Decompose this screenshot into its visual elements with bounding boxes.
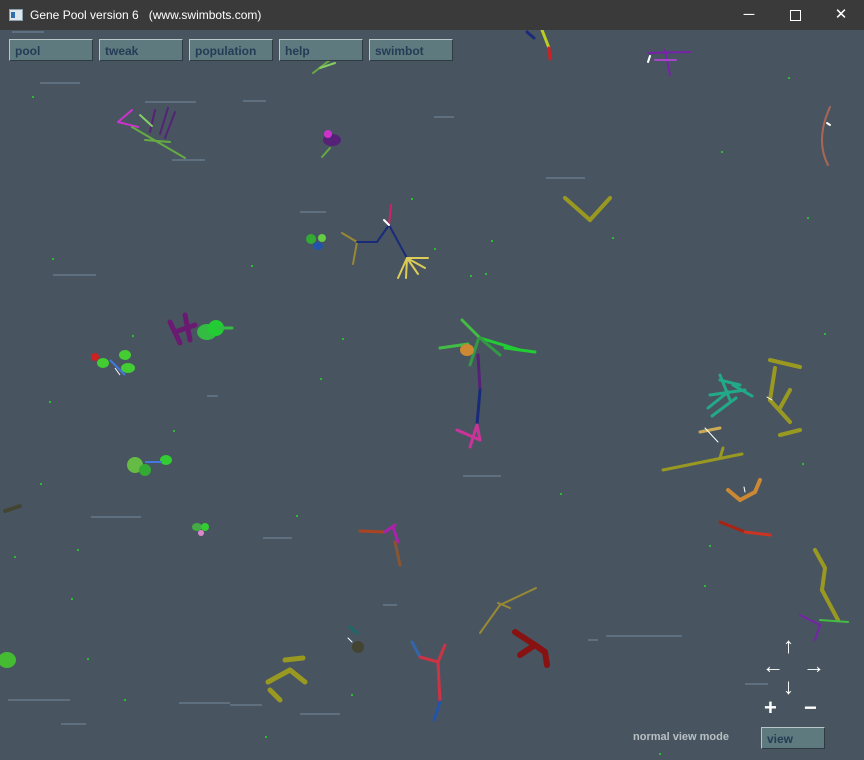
swimbot-olive-bottom-right (799, 548, 849, 641)
swimbot-brown-right-edge (821, 106, 831, 166)
swimbot-green-center (438, 318, 537, 449)
swimbot-green-lower-left (127, 455, 172, 476)
swimbot-dark-red (512, 629, 550, 668)
swimbot-small-pink-green (192, 523, 209, 536)
swimbot-magenta-center (358, 523, 402, 567)
menu-button-population[interactable]: population (189, 39, 273, 61)
swimbot-red-small-right (718, 520, 772, 537)
pan-down-arrow-icon[interactable]: ↓ (783, 676, 794, 698)
swimbot-olive-v (563, 196, 612, 222)
window-titlebar: Gene Pool version 6 (www.swimbots.com) ─… (0, 0, 864, 30)
water-ripples (8, 31, 768, 725)
menu-button-help[interactable]: help (279, 39, 363, 61)
swimbot-green-leafy-left (91, 350, 135, 376)
maximize-icon (789, 9, 801, 21)
swimbot-olive-right (766, 358, 802, 437)
menu-button-swimbot[interactable]: swimbot (369, 39, 453, 61)
pool-scene (0, 30, 849, 755)
swimbot-teal-cluster (698, 373, 754, 443)
swimbot-dark-teal (347, 625, 364, 653)
menu-button-tweak[interactable]: tweak (99, 39, 183, 61)
swimbot-magenta-top (117, 107, 186, 159)
pan-up-arrow-icon[interactable]: ↑ (783, 635, 794, 657)
view-button[interactable]: view (761, 727, 825, 749)
swimbot-olive-long (661, 446, 744, 472)
pan-left-arrow-icon[interactable]: ← (762, 655, 784, 677)
swimbot-red-blue-bottom (410, 640, 447, 722)
swimbot-blue-star (341, 204, 429, 279)
swimbot-olive-thin (479, 587, 537, 634)
window-title: Gene Pool version 6 (www.swimbots.com) (30, 8, 262, 22)
swimbot-purple-green (167, 312, 234, 346)
swimbot-purple-top-right (647, 49, 691, 76)
swimbot-olive-bottom-left (265, 655, 308, 703)
food-particles (14, 77, 826, 755)
zoom-out-icon[interactable]: − (804, 697, 817, 719)
swimbot-brown-edge-left (3, 504, 22, 513)
maximize-button[interactable] (772, 0, 818, 30)
swimbot-top-left-small (312, 59, 336, 74)
view-mode-label: normal view mode (633, 731, 729, 743)
zoom-in-icon[interactable]: + (764, 697, 777, 719)
swimbot-blue-top (525, 30, 552, 61)
pool-viewport[interactable]: pool tweak population help swimbot ↑ ← →… (0, 30, 864, 760)
swimbot-small-purple (321, 130, 341, 158)
minimize-button[interactable]: ─ (726, 0, 772, 30)
close-button[interactable]: ✕ (818, 0, 864, 30)
swimbot-small-blue-green (306, 234, 326, 250)
swimbot-green-edge-left (0, 652, 16, 668)
swimbot-orange-squiggle (726, 478, 762, 502)
menu-button-pool[interactable]: pool (9, 39, 93, 61)
app-icon (9, 9, 23, 21)
pan-right-arrow-icon[interactable]: → (803, 655, 825, 677)
